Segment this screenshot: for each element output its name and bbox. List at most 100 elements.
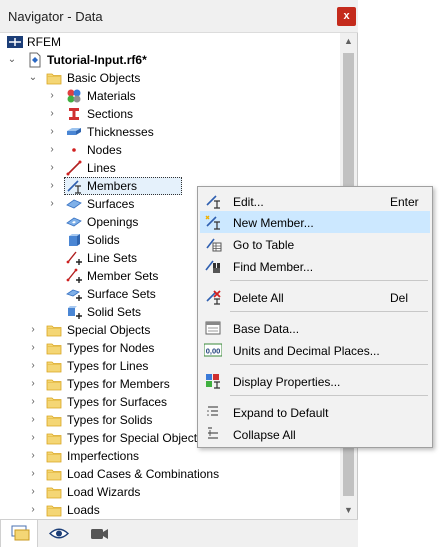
menu-label: Collapse All xyxy=(233,428,296,442)
folder-icon xyxy=(46,502,62,518)
chevron-down-icon[interactable]: ⌄ xyxy=(6,51,18,69)
tree-label: Members xyxy=(87,179,138,193)
tree-label: Member Sets xyxy=(87,269,159,283)
tree-label: Solid Sets xyxy=(87,305,142,319)
title-bar: Navigator - Data x xyxy=(0,0,358,33)
chevron-right-icon[interactable]: › xyxy=(46,177,58,195)
folder-icon xyxy=(46,394,62,410)
menu-item-find-member[interactable]: Find Member... xyxy=(200,255,430,277)
scroll-down-icon[interactable]: ▼ xyxy=(340,502,357,519)
tree-label: Loads xyxy=(67,503,100,517)
chevron-right-icon[interactable]: › xyxy=(27,321,39,339)
line-sets-icon xyxy=(66,250,82,266)
window-title: Navigator - Data xyxy=(8,9,103,24)
menu-shortcut: Del xyxy=(390,291,409,305)
tree-row-folder[interactable]: › Load Wizards xyxy=(0,483,340,501)
tree-row-folder[interactable]: › Load Cases & Combinations xyxy=(0,465,340,483)
menu-label: Delete All xyxy=(233,291,284,305)
menu-item-new-member[interactable]: New Member... xyxy=(200,211,430,233)
surfaces-icon xyxy=(66,196,82,212)
scroll-up-icon[interactable]: ▲ xyxy=(340,33,357,50)
menu-item-go-to-table[interactable]: Go to Table xyxy=(200,233,430,255)
chevron-right-icon[interactable]: › xyxy=(46,87,58,105)
menu-separator xyxy=(230,364,428,365)
units-icon: 0,00 xyxy=(203,341,223,359)
menu-item-units[interactable]: 0,00 Units and Decimal Places... xyxy=(200,339,430,361)
menu-shortcut: Enter xyxy=(390,195,419,209)
chevron-right-icon[interactable]: › xyxy=(27,357,39,375)
chevron-right-icon[interactable]: › xyxy=(27,429,39,447)
rfem-icon xyxy=(7,34,23,50)
tree-label: Lines xyxy=(87,161,116,175)
folder-open-icon xyxy=(46,70,62,86)
tree-label: Types for Surfaces xyxy=(67,395,168,409)
chevron-right-icon[interactable]: › xyxy=(46,141,58,159)
folder-icon xyxy=(46,448,62,464)
tree-label: Load Cases & Combinations xyxy=(67,467,220,481)
tab-display[interactable] xyxy=(40,520,78,547)
lines-icon xyxy=(66,160,82,176)
edit-icon xyxy=(204,192,222,210)
units-icon-text: 0,00 xyxy=(206,347,221,356)
tab-views[interactable] xyxy=(80,520,118,547)
solid-sets-icon xyxy=(66,304,82,320)
tree-label: Sections xyxy=(87,107,134,121)
table-icon xyxy=(204,235,222,253)
chevron-right-icon[interactable]: › xyxy=(46,123,58,141)
delete-icon xyxy=(204,288,222,306)
menu-item-expand-default[interactable]: Expand to Default xyxy=(200,401,430,423)
menu-item-collapse-all[interactable]: Collapse All xyxy=(200,423,430,445)
menu-item-display-properties[interactable]: Display Properties... xyxy=(200,370,430,392)
menu-item-delete-all[interactable]: Delete All Del xyxy=(200,286,430,308)
menu-label: Display Properties... xyxy=(233,375,341,389)
folder-icon xyxy=(46,484,62,500)
menu-label: Find Member... xyxy=(233,260,314,274)
chevron-right-icon[interactable]: › xyxy=(27,375,39,393)
menu-item-edit[interactable]: Edit... Enter xyxy=(200,190,430,212)
chevron-right-icon[interactable]: › xyxy=(27,339,39,357)
tree-row-materials[interactable]: › Materials xyxy=(0,87,340,105)
tree-label: Types for Members xyxy=(67,377,170,391)
tree-label: Nodes xyxy=(87,143,122,157)
materials-icon xyxy=(66,88,82,104)
context-menu: Edit... Enter New Member... Go to Table … xyxy=(197,186,433,448)
chevron-right-icon[interactable]: › xyxy=(46,105,58,123)
tree-row-thicknesses[interactable]: › Thicknesses xyxy=(0,123,340,141)
menu-label: Go to Table xyxy=(233,238,295,252)
close-button[interactable]: x xyxy=(337,7,356,26)
menu-item-base-data[interactable]: Base Data... xyxy=(200,317,430,339)
tree-row-sections[interactable]: › Sections xyxy=(0,105,340,123)
member-sets-icon xyxy=(66,268,82,284)
surface-sets-icon xyxy=(66,286,82,302)
bottom-tab-bar xyxy=(0,519,358,547)
chevron-right-icon[interactable]: › xyxy=(46,195,58,213)
tree-label: Surfaces xyxy=(87,197,135,211)
tree-row-model[interactable]: ⌄ Tutorial-Input.rf6* xyxy=(0,51,340,69)
folder-icon xyxy=(46,376,62,392)
tab-data[interactable] xyxy=(0,520,38,547)
camera-icon xyxy=(91,529,108,539)
chevron-right-icon[interactable]: › xyxy=(27,447,39,465)
chevron-right-icon[interactable]: › xyxy=(27,483,39,501)
openings-icon xyxy=(66,214,82,230)
tree-label: Types for Special Objects xyxy=(67,431,204,445)
tree-row-nodes[interactable]: › Nodes xyxy=(0,141,340,159)
tree-row-lines[interactable]: › Lines xyxy=(0,159,340,177)
folder-icon xyxy=(46,412,62,428)
tree-label: Types for Solids xyxy=(67,413,153,427)
folder-icon xyxy=(46,322,62,338)
tree-row-folder[interactable]: › Imperfections xyxy=(0,447,340,465)
chevron-right-icon[interactable]: › xyxy=(46,159,58,177)
chevron-right-icon[interactable]: › xyxy=(27,465,39,483)
chevron-right-icon[interactable]: › xyxy=(27,393,39,411)
chevron-down-icon[interactable]: ⌄ xyxy=(27,69,39,87)
menu-label: Edit... xyxy=(233,195,264,209)
collapse-icon xyxy=(204,425,222,443)
tree-label: Solids xyxy=(87,233,120,247)
chevron-right-icon[interactable]: › xyxy=(27,411,39,429)
tree-label: Openings xyxy=(87,215,139,229)
tree-row-basic-objects[interactable]: ⌄ Basic Objects xyxy=(0,69,340,87)
tree-row-rfem[interactable]: RFEM xyxy=(0,33,340,51)
tree-row-folder[interactable]: › Loads xyxy=(0,501,340,519)
chevron-right-icon[interactable]: › xyxy=(27,501,39,519)
